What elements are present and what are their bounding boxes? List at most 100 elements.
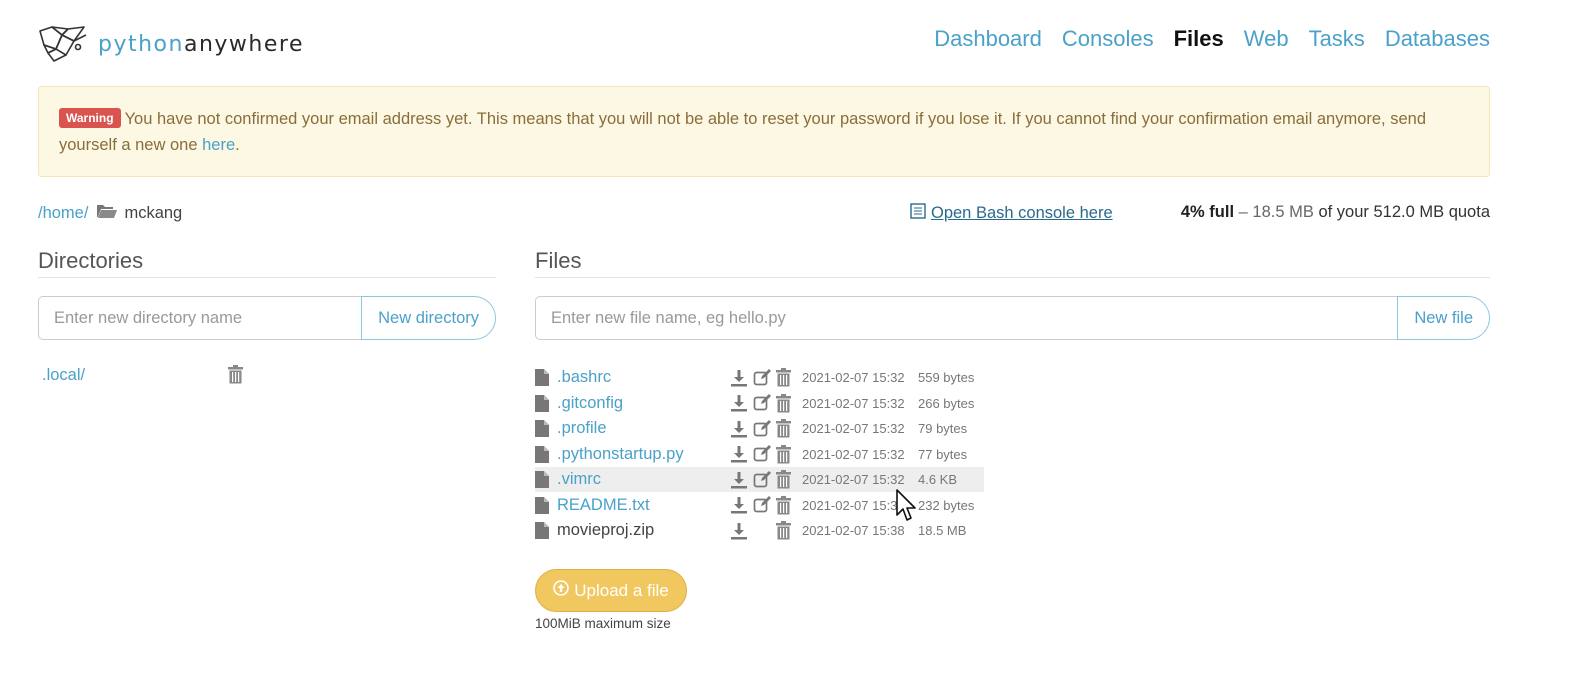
file-row: .bashrc 2021-02-07 15:32 559 bytes (535, 365, 984, 390)
file-size: 559 bytes (918, 370, 975, 385)
mouse-cursor-icon (896, 489, 920, 528)
file-name-link[interactable]: .pythonstartup.py (557, 445, 727, 464)
download-icon[interactable] (730, 420, 753, 438)
file-size: 266 bytes (918, 395, 975, 411)
trash-icon[interactable] (776, 393, 799, 413)
files-heading: Files (535, 248, 582, 273)
trash-icon[interactable] (776, 444, 799, 464)
upload-circle-icon (553, 580, 570, 601)
download-icon[interactable] (730, 369, 753, 387)
open-bash-console-label: Open Bash console here (931, 204, 1113, 222)
file-actions (730, 493, 799, 518)
trash-icon[interactable] (776, 419, 799, 438)
upload-max-size: 100MiB maximum size (535, 616, 671, 631)
trash-icon[interactable] (776, 495, 799, 515)
trash-icon[interactable] (776, 368, 799, 387)
new-directory-input[interactable] (38, 296, 362, 340)
logo-icon (39, 26, 87, 62)
quota-suffix: quota (1444, 203, 1490, 221)
file-name-link[interactable]: .profile (557, 419, 727, 438)
file-name-link[interactable]: .bashrc (557, 368, 727, 387)
file-row: .gitconfig 2021-02-07 15:32 266 bytes (535, 391, 984, 416)
file-date: 2021-02-07 15:3 (802, 497, 898, 513)
trash-icon[interactable] (776, 521, 799, 540)
folder-open-icon (96, 203, 118, 224)
new-directory-form: New directory (38, 296, 496, 340)
nav-databases[interactable]: Databases (1385, 26, 1490, 52)
file-name-link[interactable]: README.txt (557, 496, 727, 515)
disk-quota: 4% full – 18.5 MB of your 512.0 MB quota (1181, 203, 1490, 222)
quota-dash: – (1234, 203, 1253, 221)
breadcrumb-home[interactable]: /home/ (38, 204, 88, 223)
nav-consoles[interactable]: Consoles (1062, 26, 1154, 52)
logo-text-anywhere: anywhere (183, 31, 304, 57)
email-warning-alert: Warning You have not confirmed your email… (38, 86, 1490, 177)
nav-tasks[interactable]: Tasks (1309, 26, 1365, 52)
edit-icon[interactable] (753, 368, 776, 387)
logo-text: pythonanywhere (98, 32, 304, 57)
download-icon[interactable] (730, 522, 753, 540)
download-icon[interactable] (730, 471, 753, 489)
resend-confirmation-link[interactable]: here (202, 136, 235, 154)
nav-dashboard[interactable]: Dashboard (934, 26, 1042, 52)
open-bash-console-link[interactable]: Open Bash console here (910, 203, 1113, 224)
file-actions (730, 518, 799, 543)
nav-web[interactable]: Web (1244, 26, 1289, 52)
file-name-link[interactable]: .gitconfig (557, 394, 727, 413)
trash-icon[interactable] (776, 470, 799, 489)
logo-text-python: python (98, 31, 184, 57)
trash-icon[interactable] (228, 365, 243, 389)
file-name-link[interactable]: .vimrc (557, 470, 727, 489)
file-icon (535, 471, 557, 488)
console-icon (910, 203, 928, 224)
file-row: .pythonstartup.py 2021-02-07 15:32 77 byte… (535, 442, 984, 467)
edit-icon[interactable] (753, 496, 776, 514)
file-date: 2021-02-07 15:32 (802, 446, 905, 462)
download-icon[interactable] (730, 496, 753, 514)
edit-icon[interactable] (753, 445, 776, 463)
breadcrumb-current: mckang (124, 204, 183, 222)
file-size: 232 bytes (918, 497, 975, 513)
warning-badge: Warning (59, 108, 121, 128)
file-icon (535, 445, 557, 463)
file-actions (730, 365, 799, 390)
new-file-button[interactable]: New file (1397, 296, 1490, 340)
quota-total: 512.0 MB (1373, 203, 1445, 221)
download-icon[interactable] (730, 445, 753, 463)
quota-used: 18.5 MB (1252, 203, 1314, 221)
quota-percent: 4% full (1180, 203, 1235, 221)
breadcrumb: /home/ mckang (38, 203, 182, 224)
new-file-input[interactable] (535, 296, 1398, 340)
quota-of: of your (1313, 203, 1374, 221)
file-icon (535, 522, 557, 539)
file-date: 2021-02-07 15:38 (802, 523, 905, 538)
file-actions (730, 416, 799, 441)
directory-item-local[interactable]: .local/ (42, 366, 85, 385)
file-size: 77 bytes (918, 446, 968, 462)
file-size: 79 bytes (918, 421, 968, 436)
file-size: 18.5 MB (918, 523, 967, 538)
files-divider (535, 277, 1490, 278)
nav-files[interactable]: Files (1174, 26, 1224, 52)
upload-file-button[interactable]: Upload a file (535, 569, 687, 612)
logo[interactable]: pythonanywhere (38, 24, 304, 64)
directories-heading: Directories (38, 248, 144, 273)
file-row: .profile 2021-02-07 15:32 79 bytes (535, 416, 984, 441)
warning-trailing: . (235, 136, 240, 154)
file-icon (535, 496, 557, 514)
new-directory-button[interactable]: New directory (361, 296, 496, 340)
edit-icon[interactable] (753, 419, 776, 438)
directories-divider (38, 277, 496, 278)
file-date: 2021-02-07 15:32 (802, 370, 905, 385)
file-date: 2021-02-07 15:32 (802, 472, 905, 487)
file-date: 2021-02-07 15:32 (802, 395, 905, 411)
edit-icon[interactable] (753, 394, 776, 412)
warning-text: You have not confirmed your email addres… (59, 110, 1426, 154)
file-name-link: movieproj.zip (557, 521, 655, 539)
edit-icon[interactable] (753, 470, 776, 489)
upload-file-label: Upload a file (574, 580, 669, 600)
file-date: 2021-02-07 15:32 (802, 421, 905, 436)
download-icon[interactable] (730, 394, 753, 412)
file-icon (535, 420, 557, 437)
file-size: 4.6 KB (918, 472, 958, 487)
